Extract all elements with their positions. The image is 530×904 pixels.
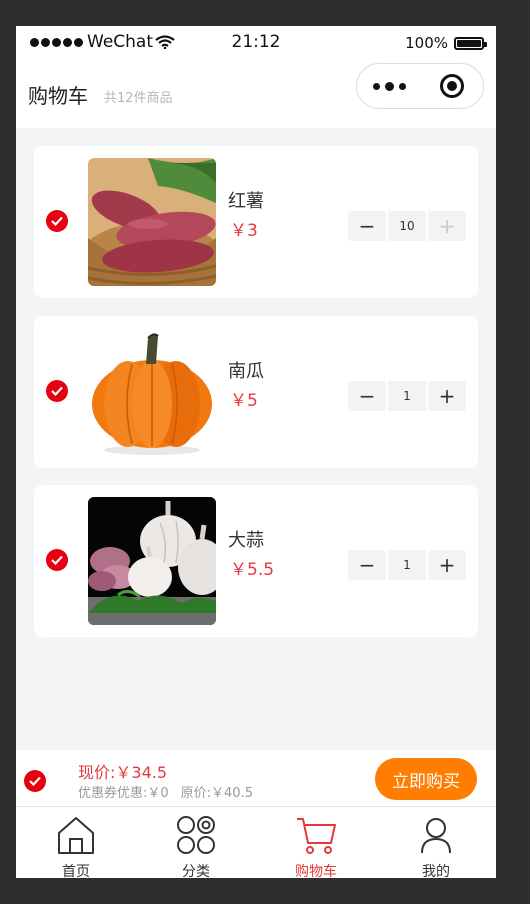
product-name: 红薯 xyxy=(228,191,264,212)
quantity-stepper: − 1 + xyxy=(348,381,466,411)
quantity-stepper: − 10 + xyxy=(348,211,466,241)
product-price: ￥5 xyxy=(230,391,258,411)
nav-bar: 购物车 共12件商品 xyxy=(16,60,496,128)
decrease-button[interactable]: − xyxy=(348,550,386,580)
phone-screen: WeChat 21:12 100% 购物车 共12件商品 红薯 ￥3 − 10 … xyxy=(16,26,496,878)
tab-label: 首页 xyxy=(62,864,90,878)
increase-button[interactable]: + xyxy=(428,381,466,411)
tab-label: 分类 xyxy=(182,864,210,878)
item-check-icon[interactable] xyxy=(46,380,68,402)
quantity-input[interactable]: 10 xyxy=(388,211,426,241)
price-details: 优惠券优惠:￥0 原价:￥40.5 xyxy=(78,782,253,801)
battery-icon xyxy=(454,36,487,50)
decrease-button[interactable]: − xyxy=(348,211,386,241)
tab-home[interactable]: 首页 xyxy=(16,807,136,878)
item-count: 共12件商品 xyxy=(104,91,173,106)
increase-button[interactable]: + xyxy=(428,211,466,241)
buy-now-button[interactable]: 立即购买 xyxy=(375,758,477,800)
tab-cart[interactable]: 购物车 xyxy=(256,807,376,878)
cart-item-sweet-potato: 红薯 ￥3 − 10 + xyxy=(34,146,478,298)
coupon-discount: 优惠券优惠:￥0 xyxy=(78,786,169,801)
sweet-potato-image[interactable] xyxy=(88,158,216,286)
tab-profile[interactable]: 我的 xyxy=(376,807,496,878)
garlic-image[interactable] xyxy=(88,497,216,625)
status-bar: WeChat 21:12 100% xyxy=(16,26,496,60)
product-price: ￥3 xyxy=(230,221,258,241)
quantity-input[interactable]: 1 xyxy=(388,381,426,411)
product-name: 大蒜 xyxy=(228,530,264,551)
home-icon xyxy=(58,817,94,854)
cart-item-garlic: 大蒜 ￥5.5 − 1 + xyxy=(34,485,478,637)
tab-category[interactable]: 分类 xyxy=(136,807,256,878)
decrease-button[interactable]: − xyxy=(348,381,386,411)
close-icon[interactable] xyxy=(440,74,464,98)
tab-bar: 首页 分类 购物车 我的 xyxy=(16,806,496,878)
item-check-icon[interactable] xyxy=(46,549,68,571)
cart-icon xyxy=(297,818,336,854)
battery-percent: 100% xyxy=(405,34,448,52)
increase-button[interactable]: + xyxy=(428,550,466,580)
original-price: 原价:￥40.5 xyxy=(180,786,253,801)
quantity-input[interactable]: 1 xyxy=(388,550,426,580)
product-price: ￥5.5 xyxy=(230,560,275,580)
quantity-stepper: − 1 + xyxy=(348,550,466,580)
cart-item-pumpkin: 南瓜 ￥5 − 1 + xyxy=(34,316,478,468)
more-icon[interactable] xyxy=(373,82,406,91)
pumpkin-image[interactable] xyxy=(88,328,216,456)
tab-label: 我的 xyxy=(422,864,450,878)
user-icon xyxy=(421,818,451,854)
category-icon xyxy=(177,816,215,854)
item-check-icon[interactable] xyxy=(46,210,68,232)
select-all-check-icon[interactable] xyxy=(24,770,46,792)
page-title: 购物车 xyxy=(28,84,88,108)
product-name: 南瓜 xyxy=(228,361,264,382)
mini-program-capsule xyxy=(356,63,484,109)
submit-bar: 现价:￥34.5 优惠券优惠:￥0 原价:￥40.5 立即购买 xyxy=(16,749,496,806)
tab-label: 购物车 xyxy=(295,864,337,878)
current-price: 现价:￥34.5 xyxy=(78,763,168,782)
